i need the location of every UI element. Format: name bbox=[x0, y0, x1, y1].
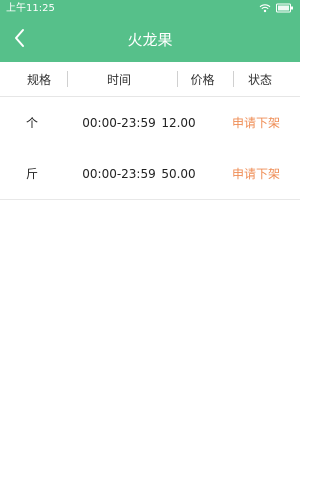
wifi-icon bbox=[259, 3, 271, 16]
back-button[interactable] bbox=[4, 24, 36, 56]
header-spec: 规格 bbox=[26, 72, 51, 87]
header-price: 价格 bbox=[190, 72, 215, 87]
status-time: 上午11:25 bbox=[6, 3, 55, 14]
status-bar: 上午11:25 bbox=[0, 0, 300, 18]
status-icons bbox=[259, 2, 294, 16]
row-spec: 斤 bbox=[25, 167, 38, 181]
request-delist-button[interactable]: 申请下架 bbox=[222, 97, 290, 148]
row-price: 12.00 bbox=[161, 115, 196, 130]
header-divider bbox=[177, 71, 178, 87]
table-row: 斤 00:00-23:59 50.00 申请下架 bbox=[0, 148, 300, 200]
request-delist-button[interactable]: 申请下架 bbox=[222, 148, 290, 199]
nav-bar: 火龙果 bbox=[0, 18, 300, 62]
chevron-left-icon bbox=[12, 28, 28, 52]
row-price: 50.00 bbox=[161, 166, 196, 181]
page-title: 火龙果 bbox=[127, 31, 173, 49]
header-time: 时间 bbox=[106, 72, 131, 87]
row-spec: 个 bbox=[25, 116, 38, 130]
header-status: 状态 bbox=[247, 72, 272, 87]
battery-icon bbox=[276, 3, 294, 16]
table-row: 个 00:00-23:59 12.00 申请下架 bbox=[0, 97, 300, 149]
table-header: 规格 时间 价格 状态 bbox=[0, 62, 300, 97]
